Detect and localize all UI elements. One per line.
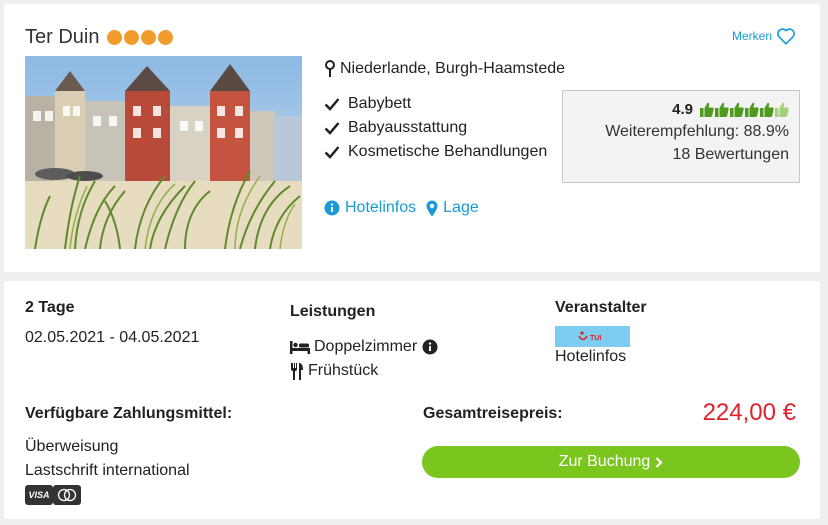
merken-button[interactable]: Merken: [732, 27, 796, 45]
thumbs-up-icon: [760, 102, 774, 117]
services-title: Leistungen: [290, 303, 376, 320]
lage-label: Lage: [443, 199, 479, 216]
visa-icon: VISA: [25, 485, 53, 505]
hotel-links: Hotelinfos Lage: [324, 199, 489, 217]
hotelinfos-label: Hotelinfos: [345, 199, 417, 216]
cutlery-icon: [291, 362, 303, 380]
info-icon[interactable]: [422, 339, 438, 355]
rating-score: 4.9: [672, 101, 693, 118]
board-type: Frühstück: [290, 362, 378, 380]
star-icon: [158, 30, 174, 45]
thumbs-up-icon: [745, 102, 759, 117]
review-count: 18 Bewertungen: [672, 146, 789, 163]
thumbs-up-icon: [775, 102, 789, 117]
tui-logo: TUI: [555, 326, 630, 347]
check-icon: [324, 122, 340, 135]
operator-title: Veranstalter: [555, 299, 647, 316]
operator-hotelinfos-link[interactable]: Hotelinfos: [555, 348, 626, 366]
booking-button[interactable]: Zur Buchung: [422, 446, 800, 478]
feature-label: Kosmetische Behandlungen: [348, 143, 548, 160]
star-rating: [107, 30, 175, 45]
hotel-name[interactable]: Ter Duin: [25, 26, 99, 49]
feature-item: Kosmetische Behandlungen: [324, 140, 547, 164]
booking-button-label: Zur Buchung: [558, 453, 651, 470]
board-label: Frühstück: [308, 362, 379, 379]
star-icon: [141, 30, 157, 45]
hotelinfos-link[interactable]: Hotelinfos: [324, 199, 416, 217]
hotel-image-illustration: [25, 56, 302, 249]
check-icon: [324, 98, 340, 111]
map-marker-icon: [426, 200, 438, 216]
thumbs-rating: [699, 102, 789, 117]
info-icon: [324, 200, 340, 216]
chevron-right-icon: [656, 456, 663, 468]
bed-icon: [290, 341, 310, 354]
thumbs-up-icon: [730, 102, 744, 117]
total-price: 224,00 €: [702, 399, 796, 426]
merken-label: Merken: [731, 29, 772, 43]
payment-method: Überweisung: [25, 438, 119, 455]
feature-list: Babybett Babyausstattung Kosmetische Beh…: [324, 92, 547, 164]
hotel-photo[interactable]: [25, 56, 302, 249]
tui-logo-text: TUI: [590, 335, 601, 342]
star-icon: [107, 30, 123, 45]
price-title: Gesamtreisepreis:: [423, 405, 563, 422]
trip-duration: 2 Tage: [25, 299, 75, 316]
star-icon: [124, 30, 140, 45]
feature-label: Babybett: [348, 95, 412, 112]
hotel-card: Ter Duin Merken Niederlande, Burgh-Haams…: [4, 4, 820, 272]
payment-title: Verfügbare Zahlungsmittel:: [25, 405, 233, 422]
hotel-title-row: Ter Duin: [25, 26, 175, 49]
pin-icon: [325, 60, 335, 77]
trip-dates: 02.05.2021 - 04.05.2021: [25, 329, 200, 346]
lage-link[interactable]: Lage: [426, 199, 479, 217]
thumbs-up-icon: [715, 102, 729, 117]
card-brands: VISA: [25, 485, 81, 505]
feature-item: Babyausstattung: [324, 116, 547, 140]
check-icon: [324, 146, 340, 159]
location-text: Niederlande, Burgh-Haamstede: [340, 60, 566, 77]
room-type: Doppelzimmer: [290, 338, 442, 356]
visa-label: VISA: [28, 490, 50, 500]
mastercard-icon: [53, 485, 81, 505]
thumbs-up-icon: [700, 102, 714, 117]
rating-box[interactable]: 4.9 Weiterempfehlung: 88.9% 18 Bewertung…: [562, 90, 800, 183]
feature-label: Babyausstattung: [348, 119, 468, 136]
room-label: Doppelzimmer: [314, 338, 418, 355]
location: Niederlande, Burgh-Haamstede: [324, 60, 565, 78]
rating-row: 4.9: [573, 101, 789, 118]
payment-method: Lastschrift international: [25, 462, 190, 479]
feature-item: Babybett: [324, 92, 547, 116]
heart-icon: [777, 28, 795, 45]
mastercard-circles: [57, 488, 77, 502]
recommendation-rate: Weiterempfehlung: 88.9%: [605, 123, 789, 140]
tui-logo-mark: TUI: [577, 330, 601, 342]
offer-card: 2 Tage 02.05.2021 - 04.05.2021 Leistunge…: [4, 281, 820, 519]
